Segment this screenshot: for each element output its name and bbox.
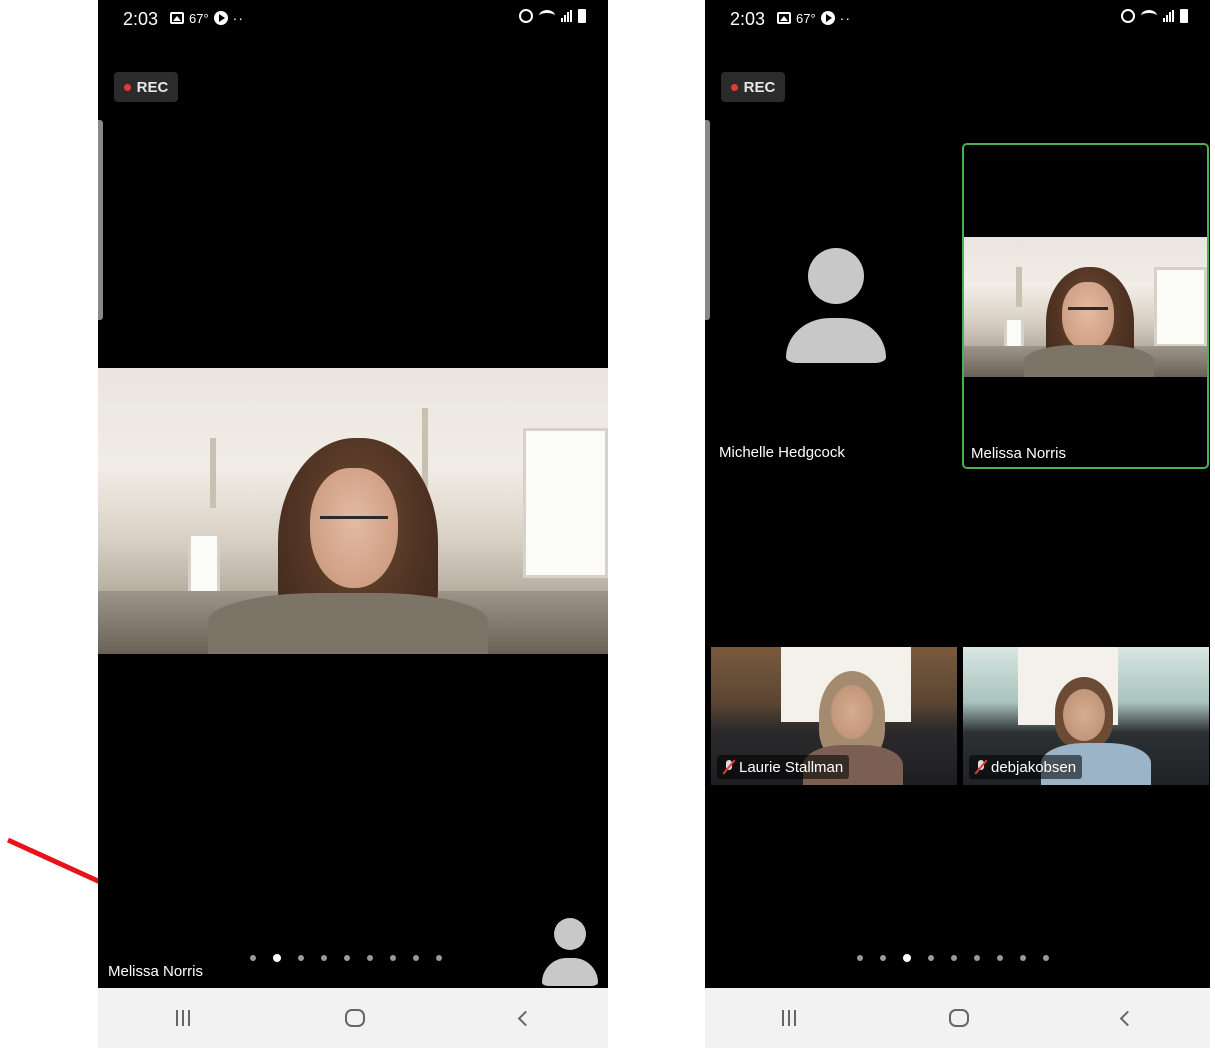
home-icon[interactable] <box>948 1009 969 1027</box>
page-dot-active[interactable] <box>273 954 281 962</box>
alarm-icon <box>519 9 533 23</box>
mic-muted-icon <box>723 760 735 774</box>
battery-icon <box>1180 9 1188 23</box>
temperature-text: 67° <box>189 10 209 26</box>
participant-name: Melissa Norris <box>971 445 1067 462</box>
speaker-video[interactable] <box>98 368 608 654</box>
page-dot[interactable] <box>298 955 304 961</box>
page-dot[interactable] <box>974 955 980 961</box>
home-icon[interactable] <box>344 1009 365 1027</box>
status-time: 2:03 <box>123 9 159 29</box>
page-dot[interactable] <box>436 955 442 961</box>
page-indicator[interactable] <box>857 954 1049 962</box>
back-icon[interactable] <box>1120 1010 1136 1026</box>
wifi-icon <box>1141 10 1157 22</box>
page-dot[interactable] <box>951 955 957 961</box>
temperature-text: 67° <box>796 10 816 26</box>
more-notifications-icon: ·· <box>232 10 244 26</box>
page-dot[interactable] <box>413 955 419 961</box>
participant-name: Michelle Hedgcock <box>719 444 845 461</box>
mic-muted-icon <box>975 760 987 774</box>
recording-badge[interactable]: REC <box>721 72 785 102</box>
page-dot[interactable] <box>857 955 863 961</box>
page-dot[interactable] <box>321 955 327 961</box>
page-dot[interactable] <box>344 955 350 961</box>
recording-label: REC <box>136 78 169 96</box>
recording-badge[interactable]: REC <box>114 72 178 102</box>
status-bar: 2:03 67° ·· <box>705 0 1210 38</box>
alarm-icon <box>1121 9 1135 23</box>
signal-icon <box>1163 10 1174 22</box>
navigation-bar <box>705 988 1210 1048</box>
page-dot[interactable] <box>880 955 886 961</box>
page-dot[interactable] <box>1043 955 1049 961</box>
signal-icon <box>561 10 572 22</box>
recents-icon[interactable] <box>175 1010 190 1026</box>
participant-tile[interactable]: Michelle Hedgcock <box>711 143 957 468</box>
status-time: 2:03 <box>730 9 766 29</box>
recording-label: REC <box>743 78 776 96</box>
page-dot[interactable] <box>1020 955 1026 961</box>
recording-dot-icon <box>730 83 738 91</box>
participant-name: Laurie Stallman <box>739 758 844 776</box>
page-dot[interactable] <box>928 955 934 961</box>
play-store-icon <box>213 11 228 25</box>
gallery-icon <box>777 12 791 24</box>
play-store-icon <box>820 11 835 25</box>
more-notifications-icon: ·· <box>839 10 851 26</box>
page-dot[interactable] <box>390 955 396 961</box>
status-bar: 2:03 67° ·· <box>98 0 608 38</box>
page-indicator[interactable] <box>250 954 442 962</box>
phone-screen-speaker-view: 2:03 67° ·· REC Melissa Norris <box>98 0 608 1048</box>
recording-dot-icon <box>123 83 131 91</box>
gallery-icon <box>170 12 184 24</box>
phone-screen-gallery-view: 2:03 67° ·· REC Michelle Hedgcock Meliss… <box>705 0 1210 1048</box>
navigation-bar <box>98 988 608 1048</box>
recents-icon[interactable] <box>781 1010 796 1026</box>
page-dot[interactable] <box>367 955 373 961</box>
wifi-icon <box>539 10 555 22</box>
page-dot[interactable] <box>250 955 256 961</box>
participant-tile[interactable]: debjakobsen <box>963 647 1209 785</box>
participant-video <box>964 237 1207 377</box>
side-panel-handle[interactable] <box>98 120 103 320</box>
speaker-name-label: Melissa Norris <box>108 963 204 980</box>
participant-name: debjakobsen <box>991 758 1077 776</box>
participant-tile[interactable]: Laurie Stallman <box>711 647 957 785</box>
battery-icon <box>578 9 586 23</box>
page-dot-active[interactable] <box>903 954 911 962</box>
participant-tile-active[interactable]: Melissa Norris <box>962 143 1209 469</box>
page-dot[interactable] <box>997 955 1003 961</box>
back-icon[interactable] <box>517 1010 533 1026</box>
side-panel-handle[interactable] <box>705 120 710 320</box>
self-avatar-icon[interactable] <box>538 918 602 986</box>
participant-avatar-icon <box>786 248 886 363</box>
